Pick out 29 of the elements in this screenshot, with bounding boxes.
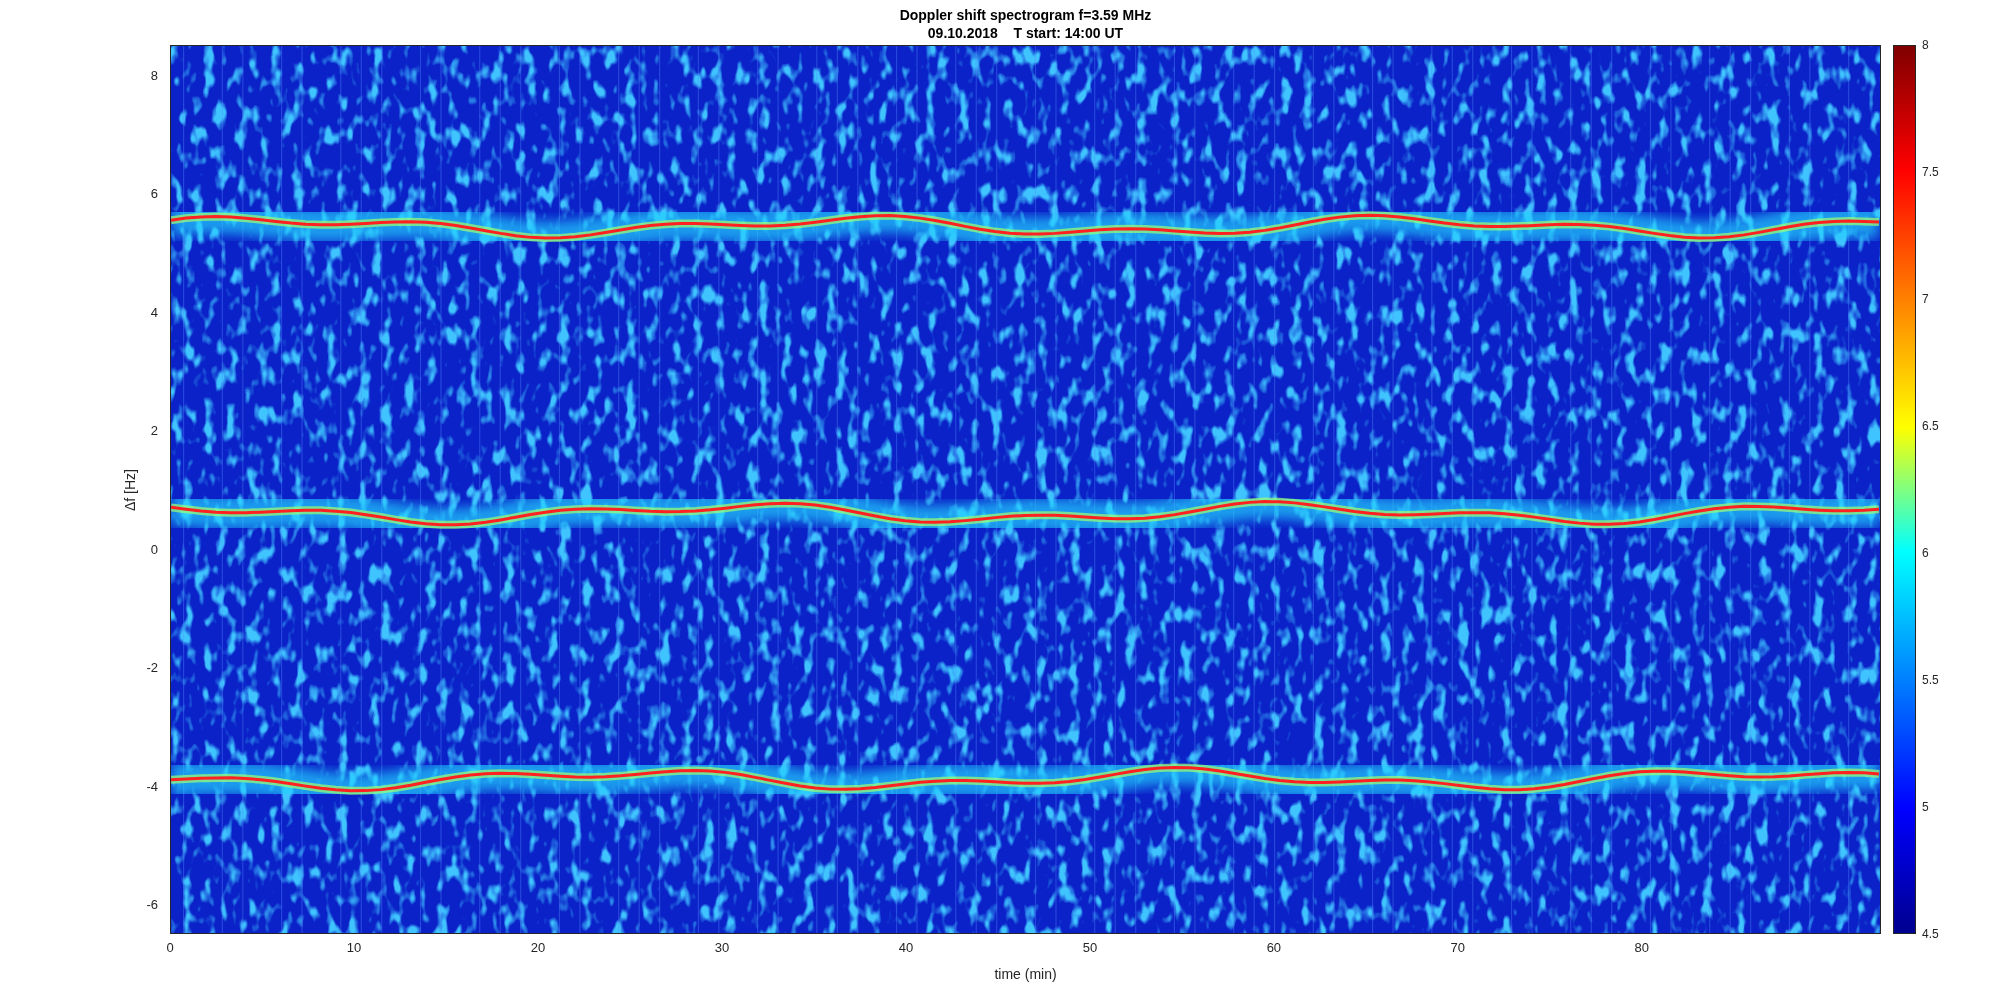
colorbar-tick-label: 6.5 (1922, 419, 1939, 433)
colorbar-tick-label: 4.5 (1922, 927, 1939, 941)
x-tick-label: 80 (1634, 940, 1650, 955)
colorbar-tick-label: 6 (1922, 546, 1929, 560)
y-tick-label: 8 (150, 67, 158, 83)
chart-title: Doppler shift spectrogram f=3.59 MHz (899, 6, 1152, 23)
colorbar-tick-label: 8 (1922, 38, 1929, 52)
colorbar-tick-label: 5.5 (1922, 673, 1939, 687)
colorbar-tick-label: 5 (1922, 800, 1929, 814)
y-tick-label: -2 (146, 659, 158, 675)
y-tick-label: -6 (146, 896, 158, 912)
y-tick-label: 2 (150, 422, 158, 438)
colorbar-tick-label: 7.5 (1922, 165, 1939, 179)
x-axis-label: time (min) (994, 966, 1057, 982)
x-tick-label: 70 (1450, 940, 1466, 955)
x-tick-label: 20 (530, 940, 546, 955)
colorbar-tick-label: 7 (1922, 292, 1929, 306)
x-tick-label: 50 (1082, 940, 1098, 955)
x-tick-label: 10 (346, 940, 362, 955)
x-tick-label: 30 (714, 940, 730, 955)
x-tick-label: 60 (1266, 940, 1282, 955)
x-tick-label: 40 (898, 940, 914, 955)
y-tick-label: -4 (146, 778, 158, 794)
y-axis-label: Δf [Hz] (122, 468, 138, 511)
y-tick-label: 0 (150, 541, 158, 557)
y-tick-label: 4 (150, 304, 158, 320)
y-tick-label: 6 (150, 185, 158, 201)
chart-title: 09.10.2018 T start: 14:00 UT (927, 24, 1124, 41)
x-tick-label: 0 (166, 940, 174, 955)
